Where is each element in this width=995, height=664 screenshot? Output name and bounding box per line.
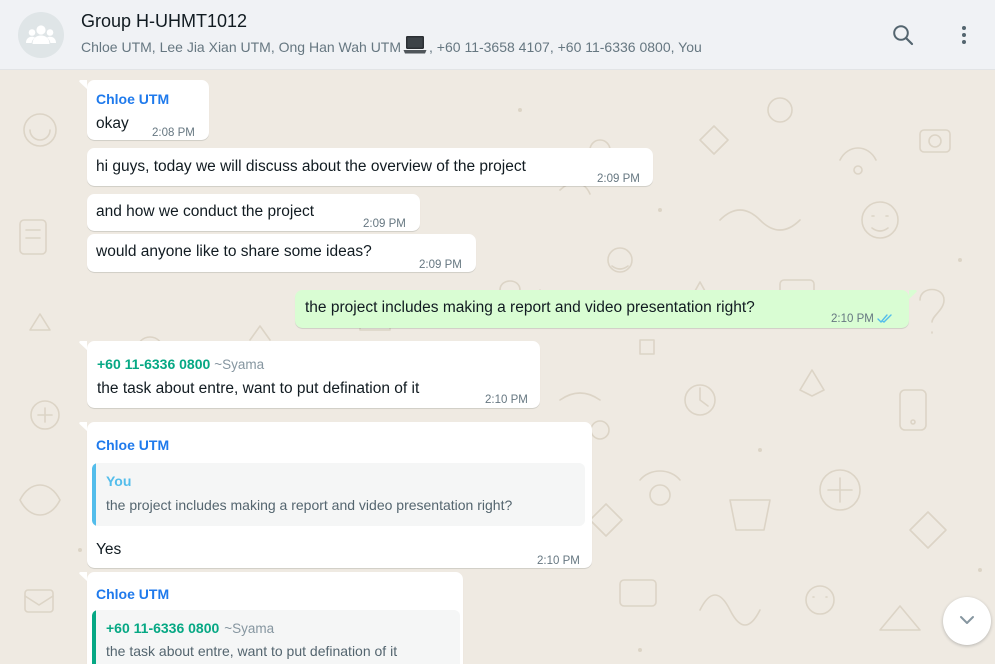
participants-list: Chloe UTM, Lee Jia Xian UTM, Ong Han Wah…: [81, 35, 702, 60]
sender-name[interactable]: Chloe UTM: [96, 90, 169, 109]
message-time: 2:09 PM: [419, 259, 462, 271]
quote-bar: [92, 610, 96, 664]
sender-name[interactable]: Chloe UTM: [96, 585, 169, 604]
message-bubble-outgoing[interactable]: the project includes making a report and…: [295, 290, 917, 331]
participants-prefix: Chloe UTM, Lee Jia Xian UTM, Ong Han Wah…: [81, 39, 402, 55]
chevron-down-icon: [959, 612, 975, 630]
message-bubble-incoming[interactable]: Chloe UTM +60 11-6336 0800 ~Syama the tas…: [79, 572, 463, 664]
quoted-sender: +60 11-6336 0800: [106, 620, 220, 636]
message-text: and how we conduct the project: [96, 203, 314, 220]
group-avatar-icon[interactable]: [18, 12, 64, 58]
message-bubble-incoming[interactable]: Chloe UTM You the project includes makin…: [79, 422, 592, 568]
message-list[interactable]: Chloe UTM okay 2:08 PM hi guys, today we…: [0, 70, 995, 664]
message-time: 2:10 PM: [831, 313, 874, 325]
quoted-message[interactable]: +60 11-6336 0800 ~Syama the task about en…: [92, 610, 460, 664]
laptop-emoji-icon: [403, 35, 427, 60]
chat-header[interactable]: Group H-UHMT1012 Chloe UTM, Lee Jia Xian…: [0, 0, 995, 70]
message-time: 2:10 PM: [537, 555, 580, 567]
quoted-message[interactable]: You the project includes making a report…: [92, 463, 585, 526]
message-text: the project includes making a report and…: [305, 299, 755, 316]
bubble-tail: [79, 572, 87, 581]
search-icon[interactable]: [890, 22, 916, 48]
message-time: 2:10 PM: [485, 394, 528, 406]
sender-name[interactable]: Chloe UTM: [96, 436, 169, 455]
message-bubble-incoming[interactable]: would anyone like to share some ideas? 2…: [87, 234, 476, 272]
quoted-text: the task about entre, want to put defina…: [106, 643, 398, 659]
scroll-to-bottom-button[interactable]: [943, 597, 991, 645]
sender-name[interactable]: +60 11-6336 0800: [97, 356, 210, 372]
read-ticks-icon: [877, 311, 893, 331]
quoted-alias: ~Syama: [224, 621, 275, 636]
chat-info[interactable]: Group H-UHMT1012 Chloe UTM, Lee Jia Xian…: [81, 10, 702, 60]
whatsapp-chat-window: Group H-UHMT1012 Chloe UTM, Lee Jia Xian…: [0, 0, 995, 664]
message-time: 2:09 PM: [597, 173, 640, 185]
message-text: okay: [96, 115, 129, 132]
quoted-sender: You: [106, 473, 132, 489]
message-text: the task about entre, want to put defina…: [97, 380, 420, 397]
quote-bar: [92, 463, 96, 526]
message-bubble-incoming[interactable]: Chloe UTM okay 2:08 PM: [79, 80, 209, 140]
message-time: 2:08 PM: [152, 127, 195, 139]
bubble-tail: [79, 80, 87, 89]
message-text: hi guys, today we will discuss about the…: [96, 158, 526, 175]
bubble-tail: [909, 290, 917, 299]
message-time-status: 2:10 PM: [831, 309, 893, 331]
message-bubble-incoming[interactable]: and how we conduct the project 2:09 PM: [87, 194, 420, 231]
group-name: Group H-UHMT1012: [81, 11, 248, 31]
sender-alias: ~Syama: [214, 357, 265, 372]
quoted-sender-line: +60 11-6336 0800 ~Syama: [106, 618, 274, 639]
participants-suffix: , +60 11-3658 4107, +60 11-6336 0800, Yo…: [429, 39, 702, 55]
bubble-tail: [79, 422, 87, 431]
message-bubble-incoming[interactable]: +60 11-6336 0800 ~Syama the task about en…: [79, 341, 540, 408]
message-time: 2:09 PM: [363, 218, 406, 230]
message-text: would anyone like to share some ideas?: [96, 243, 372, 260]
bubble-tail: [79, 341, 87, 350]
sender-line: +60 11-6336 0800 ~Syama: [97, 355, 264, 374]
quoted-text: the project includes making a report and…: [106, 497, 513, 513]
message-bubble-incoming[interactable]: hi guys, today we will discuss about the…: [87, 148, 653, 186]
message-text: Yes: [96, 541, 122, 558]
menu-dots-icon[interactable]: [951, 22, 977, 48]
